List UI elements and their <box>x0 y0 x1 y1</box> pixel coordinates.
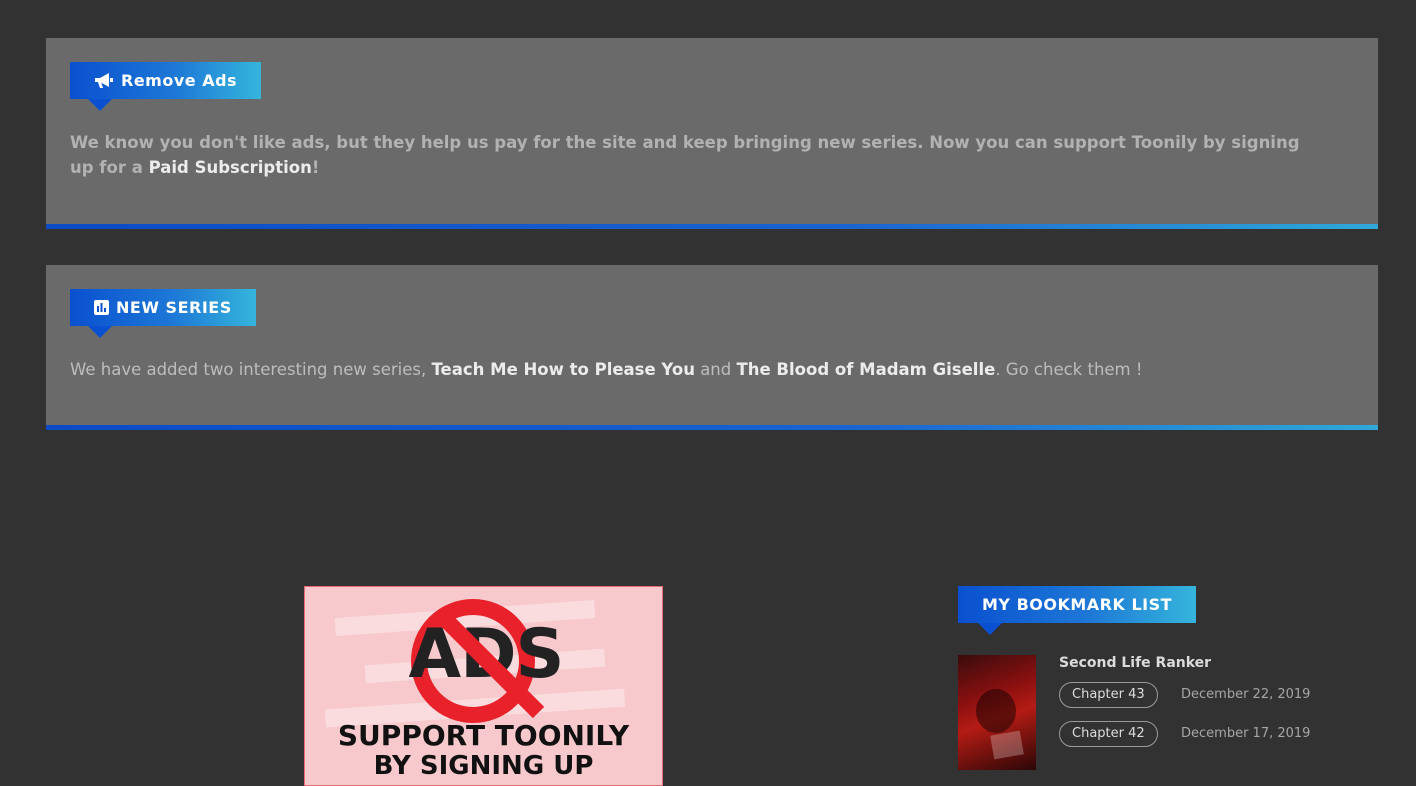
bookmark-list-heading: MY BOOKMARK LIST <box>982 595 1173 614</box>
new-series-and: and <box>694 360 737 379</box>
ad-banner-line2: BY SIGNING UP <box>373 751 594 781</box>
bookmark-series-title[interactable]: Second Life Ranker <box>1059 655 1211 671</box>
remove-ads-heading-tag: Remove Ads <box>70 62 262 111</box>
new-series-heading: NEW SERIES <box>116 298 232 317</box>
new-series-text: We have added two interesting new series… <box>70 360 432 379</box>
chapter-button[interactable]: Chapter 42 <box>1059 721 1158 747</box>
support-toonily-ad-banner[interactable]: ADS SUPPORT TOONILY BY SIGNING UP <box>304 586 663 786</box>
cover-art <box>990 730 1024 760</box>
panel-accent-bar <box>46 224 1378 229</box>
series-cover-image[interactable] <box>958 655 1036 770</box>
bookmark-item: Second Life Ranker Chapter 43 December 2… <box>958 655 1398 775</box>
bullhorn-icon <box>94 72 114 89</box>
remove-ads-message: We know you don't like ads, but they hel… <box>70 130 1308 180</box>
chapter-button[interactable]: Chapter 43 <box>1059 682 1158 708</box>
new-series-heading-tag: NEW SERIES <box>70 289 256 338</box>
chapter-date: December 22, 2019 <box>1181 687 1311 702</box>
new-series-panel: NEW SERIES We have added two interesting… <box>46 265 1378 430</box>
remove-ads-panel: Remove Ads We know you don't like ads, b… <box>46 38 1378 229</box>
paid-subscription-link[interactable]: Paid Subscription <box>149 158 312 177</box>
cover-art <box>976 689 1016 733</box>
remove-ads-heading: Remove Ads <box>121 71 238 90</box>
bar-chart-icon <box>94 300 109 315</box>
ad-banner-line1: SUPPORT TOONILY <box>337 719 630 752</box>
chapter-date: December 17, 2019 <box>1181 726 1311 741</box>
panel-accent-bar <box>46 425 1378 430</box>
remove-ads-text-end: ! <box>311 158 320 177</box>
series-link-teach-me[interactable]: Teach Me How to Please You <box>431 360 694 379</box>
new-series-message: We have added two interesting new series… <box>70 357 1308 382</box>
new-series-text-end: . Go check them ! <box>995 360 1143 379</box>
bookmark-list-heading-tag: MY BOOKMARK LIST <box>958 586 1197 635</box>
series-link-blood-of-madam-giselle[interactable]: The Blood of Madam Giselle <box>737 360 996 379</box>
